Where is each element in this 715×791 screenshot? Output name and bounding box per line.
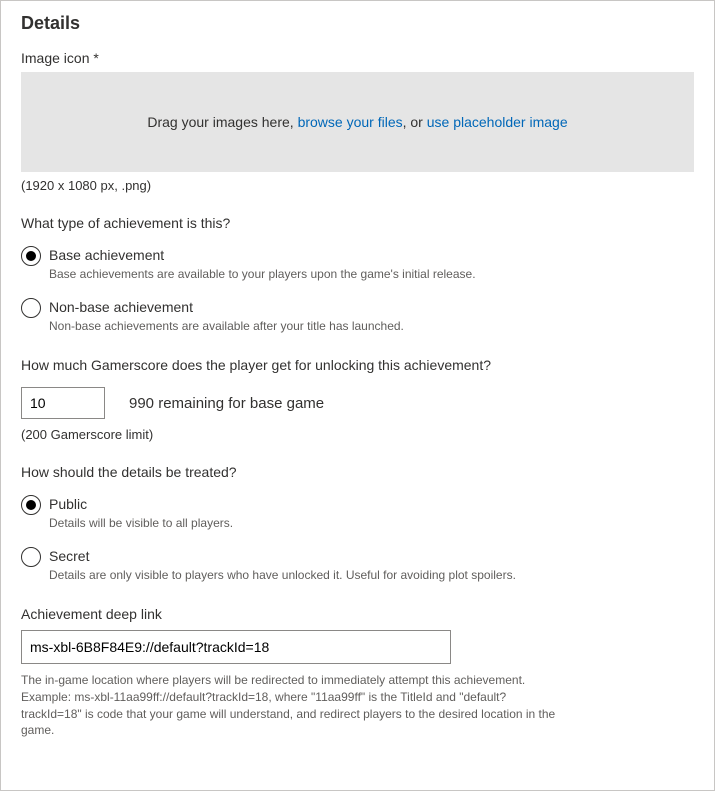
radio-secret[interactable]: Secret Details are only visible to playe… [21, 546, 694, 582]
radio-label: Public [49, 494, 694, 514]
radio-base-achievement[interactable]: Base achievement Base achievements are a… [21, 245, 694, 281]
radio-desc: Details will be visible to all players. [49, 516, 569, 530]
achievement-type-question: What type of achievement is this? [21, 215, 694, 231]
radio-label: Base achievement [49, 245, 694, 265]
details-panel: Details Image icon * Drag your images he… [0, 0, 715, 791]
browse-files-link[interactable]: browse your files [298, 114, 403, 130]
deeplink-input[interactable] [21, 630, 451, 664]
radio-icon [21, 246, 41, 266]
radio-desc: Details are only visible to players who … [49, 568, 569, 582]
section-title: Details [21, 13, 694, 34]
radio-icon [21, 547, 41, 567]
radio-desc: Base achievements are available to your … [49, 267, 569, 281]
radio-public[interactable]: Public Details will be visible to all pl… [21, 494, 694, 530]
radio-label: Secret [49, 546, 694, 566]
radio-icon [21, 495, 41, 515]
dropzone-text: Drag your images here, browse your files… [147, 114, 567, 130]
dropzone-text-mid: , or [403, 114, 427, 130]
placeholder-image-link[interactable]: use placeholder image [427, 114, 568, 130]
radio-icon [21, 298, 41, 318]
image-dropzone[interactable]: Drag your images here, browse your files… [21, 72, 694, 172]
radio-label: Non-base achievement [49, 297, 694, 317]
gamerscore-input[interactable] [21, 387, 105, 419]
radio-desc: Non-base achievements are available afte… [49, 319, 569, 333]
dropzone-text-before: Drag your images here, [147, 114, 297, 130]
gamerscore-remaining: 990 remaining for base game [129, 395, 324, 412]
gamerscore-limit-hint: (200 Gamerscore limit) [21, 427, 694, 442]
deeplink-label: Achievement deep link [21, 606, 694, 622]
image-dimensions-hint: (1920 x 1080 px, .png) [21, 178, 694, 193]
deeplink-help: The in-game location where players will … [21, 672, 561, 739]
radio-nonbase-achievement[interactable]: Non-base achievement Non-base achievemen… [21, 297, 694, 333]
visibility-question: How should the details be treated? [21, 464, 694, 480]
image-icon-label: Image icon * [21, 50, 694, 66]
gamerscore-question: How much Gamerscore does the player get … [21, 357, 694, 373]
